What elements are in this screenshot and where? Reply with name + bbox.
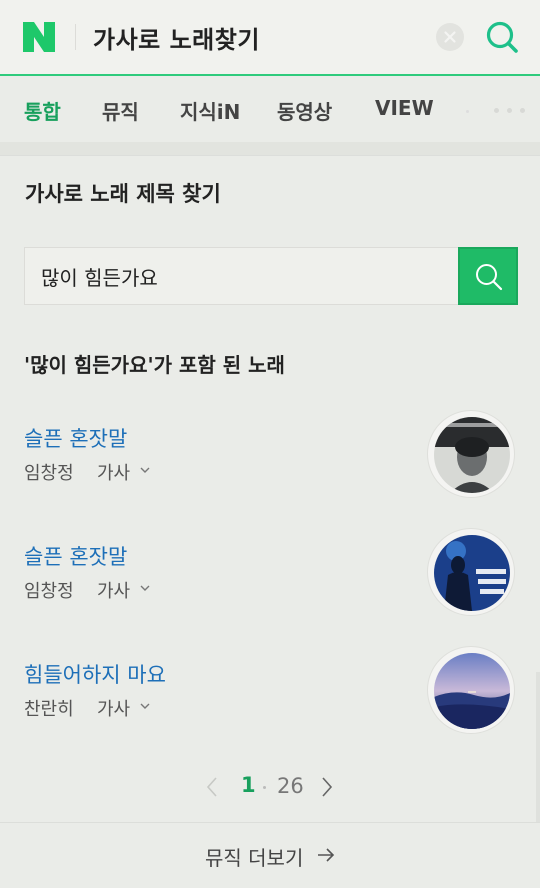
- chevron-right-icon[interactable]: [320, 776, 334, 798]
- album-thumbnail[interactable]: [427, 646, 515, 734]
- more-label: 뮤직 더보기: [205, 846, 304, 870]
- tabs-divider: [0, 142, 540, 156]
- total-pages: 26: [277, 774, 304, 798]
- lyrics-toggle[interactable]: 가사: [97, 459, 130, 485]
- search-icon: [476, 264, 503, 291]
- arrow-right-icon: [318, 848, 335, 862]
- song-artist[interactable]: 찬란히: [24, 695, 74, 721]
- album-cover-image: [434, 417, 510, 493]
- naver-logo-icon[interactable]: [23, 22, 55, 52]
- song-artist[interactable]: 임창정: [24, 459, 74, 485]
- search-icon[interactable]: [484, 19, 520, 55]
- album-thumbnail[interactable]: [427, 528, 515, 616]
- lyrics-toggle[interactable]: 가사: [97, 695, 130, 721]
- song-artist[interactable]: 임창정: [24, 577, 74, 603]
- chevron-down-icon[interactable]: [139, 701, 151, 711]
- clear-search-button[interactable]: [436, 23, 464, 51]
- chevron-down-icon[interactable]: [139, 583, 151, 593]
- close-icon: [444, 31, 456, 43]
- tab-all[interactable]: 통합: [24, 96, 61, 125]
- lyrics-search-input[interactable]: [25, 248, 459, 304]
- album-cover-image: [434, 653, 510, 729]
- music-more-link[interactable]: 뮤직 더보기: [0, 823, 540, 888]
- album-thumbnail[interactable]: [427, 410, 515, 498]
- lyrics-search-button[interactable]: [458, 247, 518, 305]
- song-title-link[interactable]: 힘들어하지 마요: [24, 659, 166, 689]
- song-title-link[interactable]: 슬픈 혼잣말: [24, 541, 127, 571]
- page-separator: [263, 786, 266, 789]
- more-tabs-icon[interactable]: [494, 108, 528, 114]
- lyrics-toggle[interactable]: 가사: [97, 577, 130, 603]
- section-title: 가사로 노래 제목 찾기: [25, 182, 221, 206]
- search-header: 가사로 노래찾기: [0, 0, 540, 76]
- album-cover-image: [434, 535, 510, 611]
- search-query-text[interactable]: 가사로 노래찾기: [93, 20, 260, 55]
- song-title-link[interactable]: 슬픈 혼잣말: [24, 423, 127, 453]
- search-tabs: 통합 뮤직 지식iN 동영상 VIEW: [0, 78, 540, 142]
- chevron-down-icon[interactable]: [139, 465, 151, 475]
- tab-video[interactable]: 동영상: [277, 96, 332, 125]
- current-page: 1: [241, 773, 256, 797]
- scrollbar[interactable]: [536, 672, 540, 822]
- pagination: 1 26: [0, 770, 540, 806]
- chevron-left-icon[interactable]: [205, 776, 219, 798]
- tab-separator: [466, 110, 469, 113]
- tab-knowledge-in[interactable]: 지식iN: [180, 96, 240, 125]
- header-divider: [75, 24, 76, 50]
- tab-view[interactable]: VIEW: [375, 96, 434, 120]
- results-caption: '많이 힘든가요'가 포함 된 노래: [24, 353, 285, 377]
- tab-music[interactable]: 뮤직: [102, 96, 139, 125]
- lyrics-search-box: [24, 247, 518, 305]
